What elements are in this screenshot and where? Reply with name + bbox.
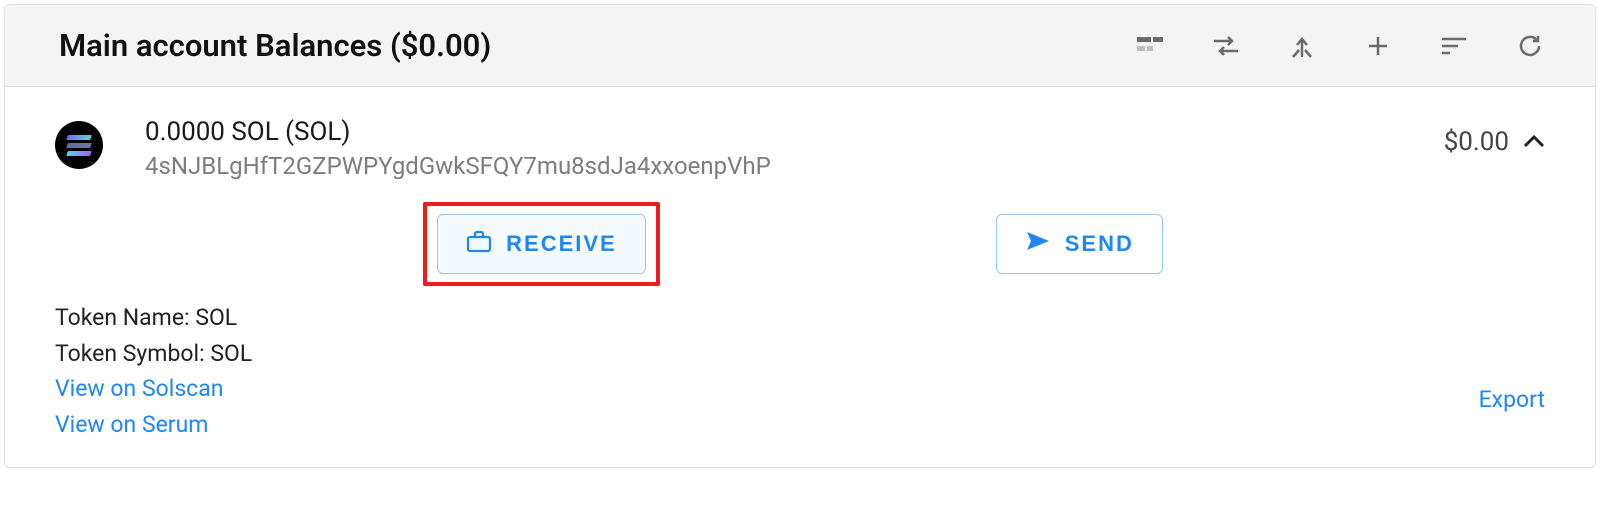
merge-icon[interactable]: [1287, 31, 1317, 61]
balances-panel: Main account Balances ($0.00): [4, 4, 1596, 468]
send-plane-icon: [1025, 229, 1051, 259]
bar-chart-icon[interactable]: [1135, 31, 1165, 61]
solana-token-icon: [55, 121, 103, 169]
export-link[interactable]: Export: [1479, 386, 1545, 413]
token-symbol-label: Token Symbol:: [55, 340, 210, 367]
swap-icon[interactable]: [1211, 31, 1241, 61]
refresh-icon[interactable]: [1515, 31, 1545, 61]
token-actions-row: RECEIVE SEND: [55, 214, 1545, 274]
token-symbol-value: SOL: [210, 340, 252, 367]
token-details: Token Name: SOL Token Symbol: SOL View o…: [55, 300, 252, 443]
panel-body: 0.0000 SOL (SOL) 4sNJBLgHfT2GZPWPYgdGwkS…: [5, 87, 1595, 467]
token-usd-value: $0.00: [1444, 127, 1509, 157]
send-button[interactable]: SEND: [996, 214, 1163, 274]
view-on-solscan-link[interactable]: View on Solscan: [55, 371, 252, 407]
sort-icon[interactable]: [1439, 31, 1469, 61]
page-title: Main account Balances ($0.00): [59, 27, 491, 64]
token-name-line: Token Name: SOL: [55, 300, 252, 336]
receive-button[interactable]: RECEIVE: [437, 214, 646, 274]
token-symbol-line: Token Symbol: SOL: [55, 336, 252, 372]
receive-button-label: RECEIVE: [506, 231, 617, 257]
token-name-label: Token Name:: [55, 304, 195, 331]
panel-header: Main account Balances ($0.00): [5, 5, 1595, 87]
chevron-up-icon[interactable]: [1523, 133, 1545, 152]
briefcase-icon: [466, 229, 492, 259]
view-on-serum-link[interactable]: View on Serum: [55, 407, 252, 443]
token-details-row: Token Name: SOL Token Symbol: SOL View o…: [55, 300, 1545, 443]
plus-icon[interactable]: [1363, 31, 1393, 61]
token-row[interactable]: 0.0000 SOL (SOL) 4sNJBLgHfT2GZPWPYgdGwkS…: [55, 117, 1545, 180]
header-toolbar: [1135, 31, 1555, 61]
token-row-right: $0.00: [1444, 127, 1545, 157]
token-balance: 0.0000 SOL (SOL): [145, 117, 771, 148]
token-texts: 0.0000 SOL (SOL) 4sNJBLgHfT2GZPWPYgdGwkS…: [145, 117, 771, 180]
send-button-label: SEND: [1065, 231, 1134, 257]
token-row-left: 0.0000 SOL (SOL) 4sNJBLgHfT2GZPWPYgdGwkS…: [55, 117, 771, 180]
token-name-value: SOL: [195, 304, 237, 331]
token-address: 4sNJBLgHfT2GZPWPYgdGwkSFQY7mu8sdJa4xxoen…: [145, 152, 771, 180]
